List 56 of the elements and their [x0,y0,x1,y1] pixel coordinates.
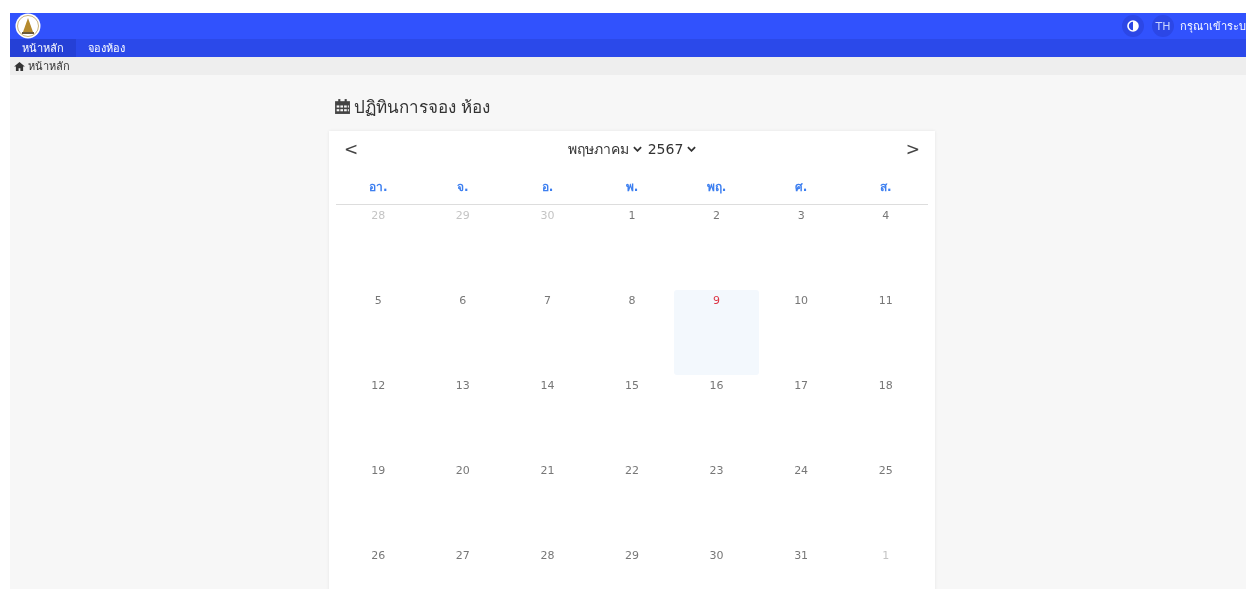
contrast-button[interactable] [1122,15,1144,37]
day-number[interactable]: 22 [625,464,639,478]
day-number[interactable]: 4 [882,209,890,223]
day-number[interactable]: 19 [371,464,386,478]
weekday-header: ส. [879,179,892,196]
weekday-header: ศ. [794,179,808,196]
language-button[interactable]: TH [1152,15,1174,37]
nav-tab[interactable]: หน้าหลัก [10,39,76,57]
chevron-down-icon [632,146,642,152]
day-number[interactable]: 11 [878,294,893,308]
page-title: ปฏิทินการจอง ห้อง [354,95,491,119]
day-number[interactable]: 1 [628,209,636,223]
day-number[interactable]: 29 [625,549,639,563]
day-number[interactable]: 26 [371,549,386,563]
weekday-header: อ. [541,179,554,196]
day-number[interactable]: 5 [374,294,382,308]
breadcrumb-link[interactable]: หน้าหลัก [28,57,70,75]
chevron-down-icon [687,146,697,152]
day-number[interactable]: 16 [709,379,724,393]
today-cell[interactable]: 9 [674,290,759,375]
weekday-header: พ. [625,179,639,196]
day-number[interactable]: 10 [794,294,809,308]
day-number[interactable]: 27 [455,549,470,563]
day-number[interactable]: 13 [455,379,470,393]
day-number[interactable]: 18 [878,379,893,393]
previous-month-button[interactable]: < [344,139,359,159]
day-number[interactable]: 8 [628,294,636,308]
year-select[interactable]: 2567 [647,138,697,160]
nav-tab[interactable]: จองห้อง [76,39,137,57]
day-number[interactable]: 6 [459,294,467,308]
day-number[interactable]: 24 [794,464,809,478]
weekday-header: จ. [457,179,469,196]
day-number[interactable]: 21 [540,464,555,478]
day-number[interactable]: 23 [709,464,724,478]
day-number[interactable]: 3 [797,209,805,223]
month-select[interactable]: พฤษภาคม [567,138,642,160]
day-number[interactable]: 7 [543,294,551,308]
day-number[interactable]: 17 [794,379,809,393]
day-number[interactable]: 30 [709,549,724,563]
weekday-header: อา. [369,179,388,196]
day-number[interactable]: 14 [540,379,555,393]
weekday-header: พฤ. [706,179,727,196]
day-number[interactable]: 15 [625,379,639,393]
day-number[interactable]: 28 [540,549,555,563]
day-number[interactable]: 9 [713,294,721,308]
home-icon [14,61,25,71]
day-number[interactable]: 12 [371,379,386,393]
day-number[interactable]: 2 [713,209,721,223]
day-number[interactable]: 25 [878,464,893,478]
login-link[interactable]: กรุณาเข้าระบ [1180,17,1246,35]
logo-icon[interactable] [15,13,41,39]
contrast-icon [1127,20,1139,32]
calendar-icon [334,97,351,115]
day-number[interactable]: 31 [794,549,809,563]
day-number[interactable]: 20 [455,464,470,478]
next-month-button[interactable]: > [905,139,920,159]
